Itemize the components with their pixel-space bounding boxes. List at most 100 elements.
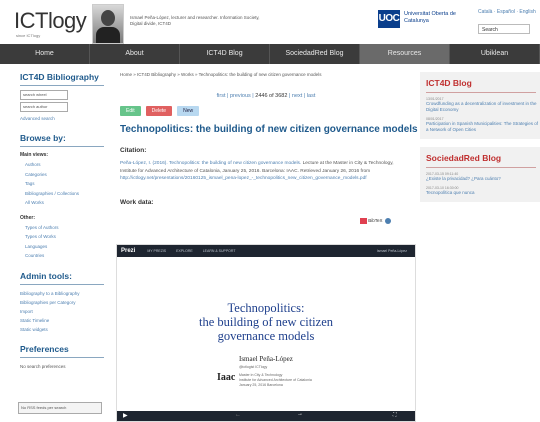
sidebar-item-types-authors[interactable]: Types of Authors — [0, 223, 112, 233]
sidebar-item-countries[interactable]: Countries — [0, 251, 112, 261]
nav-item-home[interactable]: Home — [0, 44, 90, 64]
citation-author[interactable]: Peña-López, I. (2016). — [120, 161, 168, 166]
fullscreen-icon[interactable]: ⛶ — [393, 412, 397, 418]
slide-institution: Master in City & Technology Institute fo… — [239, 373, 312, 387]
prezi-title-line: Technopolitics: — [227, 301, 305, 315]
admin-link[interactable]: Static Timeline — [0, 316, 112, 325]
divider — [426, 167, 536, 168]
uoc-logo[interactable]: UOC — [378, 10, 400, 28]
prezi-title-line: governance models — [217, 329, 315, 343]
prezi-title-line: the building of new citizen — [199, 315, 333, 329]
prezi-slide-title: Technopolitics: the building of new citi… — [117, 301, 415, 343]
bibliography-heading: ICT4D Bibliography — [20, 72, 99, 82]
pager-last[interactable]: last — [307, 93, 316, 99]
admin-link[interactable]: Import — [0, 307, 112, 316]
admin-link[interactable]: Bibliographies per Category — [0, 298, 112, 307]
right-sidebar: ICT4D Blog 13/01/2017 Crowdfunding as a … — [420, 64, 540, 420]
divider — [20, 85, 104, 86]
prezi-tab[interactable]: EXPLORE — [176, 249, 193, 253]
iaac-logo: Iaac — [217, 372, 236, 383]
citation-work[interactable]: Technopolitics: the building of new citi… — [169, 161, 301, 166]
pager-current: 2446 of 3682 — [255, 93, 288, 99]
post-link[interactable]: Crowdfunding as a decentralization of in… — [426, 101, 540, 113]
search-input[interactable]: Search — [478, 24, 530, 34]
share-icon[interactable] — [384, 218, 391, 224]
citation-url[interactable]: http://ictlogy.net/presentations/2016012… — [120, 176, 367, 181]
nav-item-ubiklean[interactable]: Ubiklean — [450, 44, 540, 64]
nav-item-resources[interactable]: Resources — [360, 44, 450, 64]
bibtex-export[interactable]: BibTeX — [360, 218, 391, 224]
sidebar-item-types-works[interactable]: Types of Works — [0, 232, 112, 242]
prezi-embed[interactable]: Prezi MY PREZIS EXPLORE LEARN & SUPPORT … — [116, 244, 416, 422]
sociedadred-blog-box: SociedadRed Blog 2017-03-15 09:11:40 ¿Ex… — [420, 147, 540, 202]
prezi-tab[interactable]: MY PREZIS — [147, 249, 166, 253]
main-nav: Home About ICT4D Blog SociedadRed Blog R… — [0, 44, 540, 64]
nav-item-ict4d-blog[interactable]: ICT4D Blog — [180, 44, 270, 64]
prezi-tab[interactable]: LEARN & SUPPORT — [203, 249, 236, 253]
pagination: first | previous | 2446 of 3682 | next |… — [216, 93, 316, 99]
delete-button[interactable]: Delete — [145, 106, 173, 116]
pager-first[interactable]: first — [217, 93, 226, 99]
post-link[interactable]: Participation in Spanish Municipalities:… — [426, 121, 540, 133]
divider — [20, 283, 104, 285]
site-header: ICTlogy since ICTlogy Ismael Peña-López,… — [0, 0, 540, 44]
record-actions: Edit Delete New — [120, 106, 418, 116]
nav-item-about[interactable]: About — [90, 44, 180, 64]
citation-text: Peña-López, I. (2016). Technopolitics: t… — [120, 160, 410, 183]
citation-label: Citation: — [120, 147, 147, 154]
main-views-label: Main views: — [20, 152, 49, 158]
preferences-heading: Preferences — [20, 343, 69, 354]
advanced-search-link[interactable]: Advanced search — [0, 114, 112, 123]
bibtex-label[interactable]: BibTeX — [368, 218, 382, 223]
site-logo[interactable]: ICTlogy — [14, 8, 87, 34]
breadcrumb[interactable]: Home » ICT4D Bibliography » Works » Tech… — [120, 72, 418, 77]
sidebar-item-tags[interactable]: Tags — [0, 179, 112, 189]
ict4d-blog-heading[interactable]: ICT4D Blog — [426, 78, 540, 88]
pager-next[interactable]: next — [292, 93, 302, 99]
prezi-toolbar: Prezi MY PREZIS EXPLORE LEARN & SUPPORT … — [117, 245, 415, 257]
work-data-label: Work data: — [120, 198, 154, 206]
author-portrait — [92, 4, 124, 44]
admin-heading: Admin tools: — [20, 270, 72, 281]
slide-author-block: Ismael Peña-López @ictlogist ICTlogy Mas… — [239, 355, 339, 388]
admin-link[interactable]: Static widgets — [0, 325, 112, 334]
main-content: Home » ICT4D Bibliography » Works » Tech… — [114, 64, 418, 422]
previous-arrow-icon[interactable]: ← — [235, 412, 241, 418]
left-sidebar: ICT4D Bibliography search wheel search a… — [0, 64, 112, 420]
slide-author-handle: @ictlogist ICTlogy — [239, 365, 268, 369]
preferences-text: No search preferences — [20, 363, 66, 369]
page-title: Technopolitics: the building of new citi… — [120, 124, 418, 135]
new-button[interactable]: New — [177, 106, 200, 116]
prezi-logo[interactable]: Prezi — [121, 248, 135, 254]
post-link[interactable]: Tecnopolítica que nunca — [426, 190, 540, 196]
admin-link[interactable]: Bibliography to a Bibliography — [0, 289, 112, 298]
search-wheel-input[interactable]: search wheel — [20, 90, 68, 100]
site-tagline: Ismael Peña-López, lecturer and research… — [130, 15, 260, 26]
language-switcher[interactable]: Català · Español · English — [478, 9, 536, 15]
logo-subtitle: since ICTlogy — [16, 33, 41, 38]
post-link[interactable]: ¿Existe la privacidad? ¿Para cuánto? — [426, 176, 540, 182]
sidebar-item-categories[interactable]: Categories — [0, 170, 112, 180]
pager-previous[interactable]: previous — [230, 93, 251, 99]
sidebar-item-all-works[interactable]: All Works — [0, 198, 112, 208]
search-author-input[interactable]: search author — [20, 102, 68, 112]
nav-item-sociedadred-blog[interactable]: SociedadRed Blog — [270, 44, 360, 64]
prezi-user[interactable]: Ismael Peña-López — [377, 249, 407, 253]
sociedadred-blog-heading[interactable]: SociedadRed Blog — [426, 153, 540, 163]
browse-heading: Browse by: — [20, 133, 66, 143]
bibtex-icon — [360, 218, 367, 224]
uoc-name[interactable]: Universitat Oberta de Catalunya — [404, 11, 464, 25]
sidebar-item-languages[interactable]: Languages — [0, 242, 112, 252]
divider — [20, 146, 104, 147]
edit-button[interactable]: Edit — [120, 106, 141, 116]
divider — [20, 356, 104, 358]
ict4d-blog-box: ICT4D Blog 13/01/2017 Crowdfunding as a … — [420, 72, 540, 139]
other-label: Other: — [20, 214, 35, 221]
play-icon[interactable]: ▶ — [123, 412, 128, 419]
sidebar-item-bibliographies[interactable]: Bibliographies / Collections — [0, 189, 112, 199]
slide-author-name: Ismael Peña-López — [239, 355, 293, 363]
divider — [426, 92, 536, 93]
preferences-select[interactable]: No RSS feeds per search — [18, 402, 102, 414]
sidebar-item-authors[interactable]: Authors — [0, 160, 112, 170]
next-arrow-icon[interactable]: → — [297, 411, 303, 417]
